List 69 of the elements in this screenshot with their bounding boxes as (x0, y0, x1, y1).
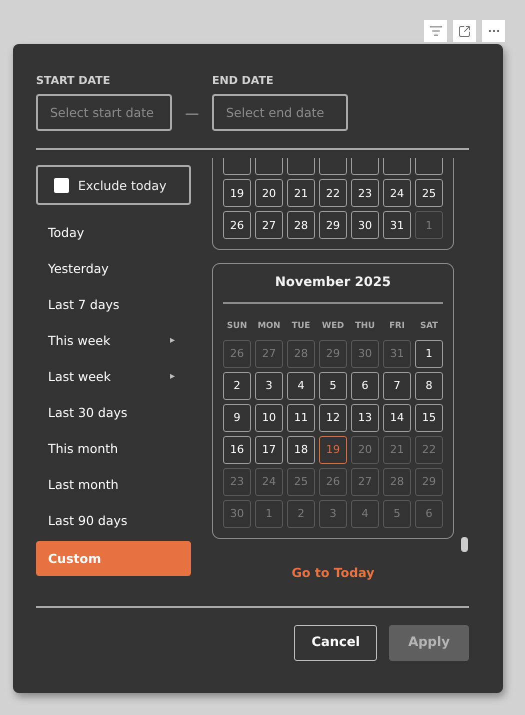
preset-item[interactable]: Last 90 days (36, 502, 191, 538)
preset-item[interactable]: Yesterday (36, 250, 191, 286)
preset-item[interactable]: Last 30 days (36, 394, 191, 430)
preset-item[interactable]: This month (36, 430, 191, 466)
weekday-label: THU (354, 320, 376, 332)
day-cell[interactable]: 11 (287, 404, 315, 432)
day-cell[interactable]: 31 (383, 211, 411, 239)
day-cell[interactable]: 25 (415, 179, 443, 207)
day-cell[interactable]: 9 (223, 404, 251, 432)
day-cell[interactable] (287, 158, 315, 175)
exclude-today-checkbox[interactable]: Exclude today (36, 165, 191, 205)
cancel-button[interactable]: Cancel (294, 624, 377, 660)
month-title: November 2025 (275, 274, 391, 292)
filter-icon[interactable] (424, 20, 447, 42)
day-cell[interactable]: 7 (383, 372, 411, 400)
day-cell[interactable]: 28 (287, 211, 315, 239)
weekday-label: MON (256, 320, 282, 332)
day-cell[interactable] (223, 158, 251, 175)
day-cell[interactable]: 23 (351, 179, 379, 207)
day-cell[interactable] (415, 158, 443, 175)
weekday-label: TUE (290, 320, 312, 332)
day-cell[interactable]: 16 (223, 436, 251, 464)
weekday-label: WED (320, 320, 346, 332)
day-cell[interactable]: 6 (351, 372, 379, 400)
day-cell[interactable]: 30 (351, 211, 379, 239)
day-cell[interactable]: 20 (255, 179, 283, 207)
day-cell[interactable]: 3 (255, 372, 283, 400)
preset-item[interactable]: Last month (36, 466, 191, 502)
start-date-field[interactable]: Select start date (36, 94, 172, 131)
preset-item[interactable]: Last 7 days (36, 286, 191, 322)
day-cell[interactable]: 17 (255, 436, 283, 464)
day-cell[interactable] (319, 158, 347, 175)
end-date-field[interactable]: Select end date (212, 94, 348, 131)
day-cell[interactable]: 2 (223, 372, 251, 400)
day-cell[interactable] (383, 158, 411, 175)
start-date-label: START DATE (36, 74, 112, 87)
go-to-today-link[interactable]: Go to Today (292, 564, 374, 580)
preset-item[interactable]: This week ▸ (36, 322, 191, 358)
day-cell[interactable]: 19 (223, 179, 251, 207)
day-cell[interactable]: 29 (319, 211, 347, 239)
day-cell[interactable]: 1 (415, 340, 443, 368)
day-cell[interactable] (351, 158, 379, 175)
day-cell[interactable]: 24 (383, 179, 411, 207)
end-date-label: END DATE (212, 74, 274, 87)
day-cell[interactable]: 10 (255, 404, 283, 432)
preset-item[interactable]: Last week ▸ (36, 358, 191, 394)
day-cell[interactable]: 14 (383, 404, 411, 432)
day-cell[interactable]: 13 (351, 404, 379, 432)
day-cell[interactable]: 22 (319, 179, 347, 207)
day-cell[interactable]: 8 (415, 372, 443, 400)
day-cell[interactable] (255, 158, 283, 175)
submenu-arrow-icon: ▸ (170, 370, 175, 382)
day-cell[interactable]: 15 (415, 404, 443, 432)
today-day-cell[interactable]: 19 (319, 436, 347, 464)
day-cell[interactable]: 21 (287, 179, 315, 207)
day-cell[interactable]: 27 (255, 211, 283, 239)
day-cell[interactable]: 26 (223, 211, 251, 239)
day-cell[interactable]: 12 (319, 404, 347, 432)
submenu-arrow-icon: ▸ (170, 334, 175, 346)
day-cell[interactable]: 18 (287, 436, 315, 464)
scrollbar-thumb[interactable] (461, 537, 468, 552)
day-cell[interactable]: 5 (319, 372, 347, 400)
expand-icon[interactable] (453, 20, 476, 42)
day-cell[interactable]: 4 (287, 372, 315, 400)
preset-item[interactable]: Today (36, 214, 191, 250)
range-dash: — (184, 105, 200, 124)
weekday-label: SAT (419, 320, 439, 332)
weekday-label: SUN (226, 320, 248, 332)
weekday-label: FRI (388, 320, 406, 332)
